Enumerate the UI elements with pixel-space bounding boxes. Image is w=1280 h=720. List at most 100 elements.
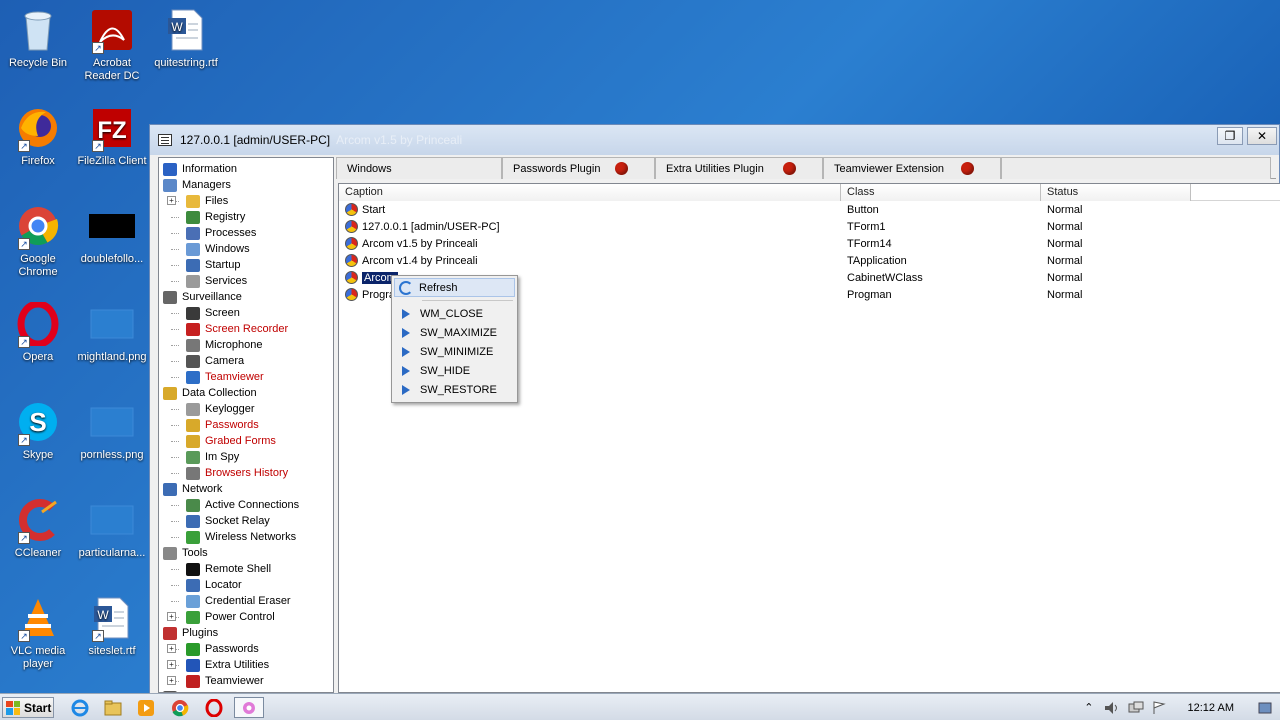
tree-item[interactable]: Browsers History (186, 465, 288, 481)
table-row[interactable]: Start Button Normal (339, 201, 1280, 218)
restore-button[interactable]: ❐ (1217, 127, 1243, 145)
column-caption[interactable]: Caption (339, 184, 841, 201)
menu-item-sw-hide[interactable]: SW_HIDE (394, 361, 515, 380)
tree-item[interactable]: Active Connections (186, 497, 299, 513)
window-menu-icon[interactable] (158, 134, 172, 146)
desktop-icon[interactable]: ↗ CCleaner (0, 496, 76, 560)
tree-item[interactable]: Socket Relay (186, 513, 270, 529)
tree-expander[interactable]: + (167, 676, 176, 685)
chrome-taskbar-icon[interactable] (168, 697, 192, 718)
desktop-icon[interactable]: FZ ↗ FileZilla Client (74, 104, 150, 168)
desktop-icon[interactable]: Wquitestring.rtf (148, 6, 224, 70)
show-hidden-icons-icon[interactable]: ⌃ (1084, 701, 1093, 714)
tree-item[interactable]: Microphone (186, 337, 262, 353)
desktop-icon[interactable]: ↗ Acrobat Reader DC (74, 6, 150, 83)
tree-item[interactable]: Tools (163, 545, 208, 561)
desktop-icon[interactable]: ↗ Firefox (0, 104, 76, 168)
tree-expander[interactable]: + (167, 196, 176, 205)
active-app-button[interactable] (234, 697, 264, 718)
desktop-icon[interactable]: mightland.png (74, 300, 150, 364)
tree-item[interactable]: Network (163, 481, 222, 497)
tab[interactable]: Windows (336, 157, 502, 179)
title-bar[interactable]: 127.0.0.1 [admin/USER-PC] Arcom v1.5 by … (150, 125, 1279, 155)
tree-item[interactable]: Credential Eraser (186, 593, 291, 609)
tree-item[interactable]: Passwords (186, 641, 259, 657)
table-row[interactable]: 127.0.0.1 [admin/USER-PC] TForm1 Normal (339, 218, 1280, 235)
desktop-icon[interactable]: S ↗ Skype (0, 398, 76, 462)
tree-item[interactable]: Information (163, 161, 237, 177)
volume-icon[interactable] (1104, 701, 1120, 715)
desktop-icon[interactable]: W ↗ siteslet.rtf (74, 594, 150, 658)
tree-item[interactable]: Remote Shell (186, 561, 271, 577)
action-center-flag-icon[interactable] (1152, 700, 1166, 715)
tab[interactable]: Extra Utilities Plugin (655, 157, 823, 179)
tree-item[interactable]: Screen Recorder (186, 321, 288, 337)
table-row[interactable]: Arcom v1.5 by Princeali TForm14 Normal (339, 235, 1280, 252)
tab[interactable]: Teamviewer Extension (823, 157, 1001, 179)
show-desktop-icon[interactable] (1258, 701, 1272, 715)
tree-connector (171, 569, 179, 570)
menu-item-sw-restore[interactable]: SW_RESTORE (394, 380, 515, 399)
menu-item-sw-maximize[interactable]: SW_MAXIMIZE (394, 323, 515, 342)
tree-item[interactable]: Extra Utilities (186, 657, 269, 673)
caption-text: Arcom v1.4 by Princeali (362, 254, 478, 267)
explorer-icon[interactable] (101, 697, 125, 718)
feature-tree[interactable]: Information Managers Files + Registry Process… (158, 157, 334, 693)
tree-item-label: Windows (205, 243, 250, 255)
tree-item[interactable]: Services (186, 273, 247, 289)
tree-item[interactable]: Im Spy (186, 449, 239, 465)
tree-item[interactable]: Grabed Forms (186, 433, 276, 449)
tree-item[interactable]: Files (186, 193, 228, 209)
tree-item[interactable]: Teamviewer (186, 673, 264, 689)
close-button[interactable]: ✕ (1247, 127, 1277, 145)
ie-icon[interactable] (68, 697, 92, 718)
tree-item[interactable]: Startup (186, 257, 240, 273)
tree-item[interactable]: Windows (186, 241, 250, 257)
tree-item[interactable]: Registry (186, 209, 245, 225)
tree-item[interactable]: Wireless Networks (186, 529, 296, 545)
menu-item-wm-close[interactable]: WM_CLOSE (394, 304, 515, 323)
desktop-icon[interactable]: pornless.png (74, 398, 150, 462)
tab[interactable] (1001, 157, 1271, 179)
tree-item[interactable]: Keylogger (186, 401, 255, 417)
network-icon[interactable] (1128, 701, 1144, 715)
anyrun-watermark: ANY RUN (1038, 610, 1277, 661)
desktop-icon[interactable]: ↗ Opera (0, 300, 76, 364)
start-label: Start (24, 700, 52, 715)
tab-label: Teamviewer Extension (834, 162, 945, 175)
column-class[interactable]: Class (841, 184, 1041, 201)
tree-item[interactable]: Passwords (186, 417, 259, 433)
tree-item[interactable]: Power Control (186, 609, 275, 625)
tree-item[interactable]: Processes (186, 225, 256, 241)
table-row[interactable]: Arcom v1.4 by Princeali TApplication Norma… (339, 252, 1280, 269)
desktop-icon[interactable]: ↗ VLC media player (0, 594, 76, 671)
tree-item[interactable]: Camera (186, 353, 244, 369)
tree-item[interactable]: Managers (163, 177, 231, 193)
tree-item[interactable]: Plugins (163, 625, 218, 641)
menu-item-refresh[interactable]: Refresh (394, 278, 515, 297)
tree-item-label: Power Control (205, 611, 275, 623)
play-arrow-icon (402, 346, 410, 357)
tree-expander[interactable]: + (167, 612, 176, 621)
tab[interactable]: Passwords Plugin (502, 157, 655, 179)
tree-item-icon (186, 226, 200, 240)
tree-item-icon (186, 258, 200, 272)
tree-item[interactable]: Data Collection (163, 385, 257, 401)
column-status[interactable]: Status (1041, 184, 1191, 201)
tree-expander[interactable]: + (167, 660, 176, 669)
tree-item[interactable]: Surveillance (163, 289, 242, 305)
desktop-icon[interactable]: doublefollo... (74, 202, 150, 266)
desktop-icon[interactable]: particularna... (74, 496, 150, 560)
tree-item[interactable]: Teamviewer (186, 369, 264, 385)
desktop-icon[interactable]: Recycle Bin (0, 6, 76, 70)
opera-taskbar-icon[interactable] (202, 697, 226, 718)
cell-status: Normal (1047, 288, 1083, 301)
menu-item-sw-minimize[interactable]: SW_MINIMIZE (394, 342, 515, 361)
media-player-icon[interactable] (134, 697, 158, 718)
clock[interactable]: 12:12 AM (1188, 702, 1234, 714)
tree-item[interactable]: Locator (186, 577, 242, 593)
tree-item[interactable]: Screen (186, 305, 240, 321)
desktop-icon[interactable]: ↗ Google Chrome (0, 202, 76, 279)
tree-expander[interactable]: + (167, 644, 176, 653)
start-button[interactable]: Start (2, 697, 54, 718)
